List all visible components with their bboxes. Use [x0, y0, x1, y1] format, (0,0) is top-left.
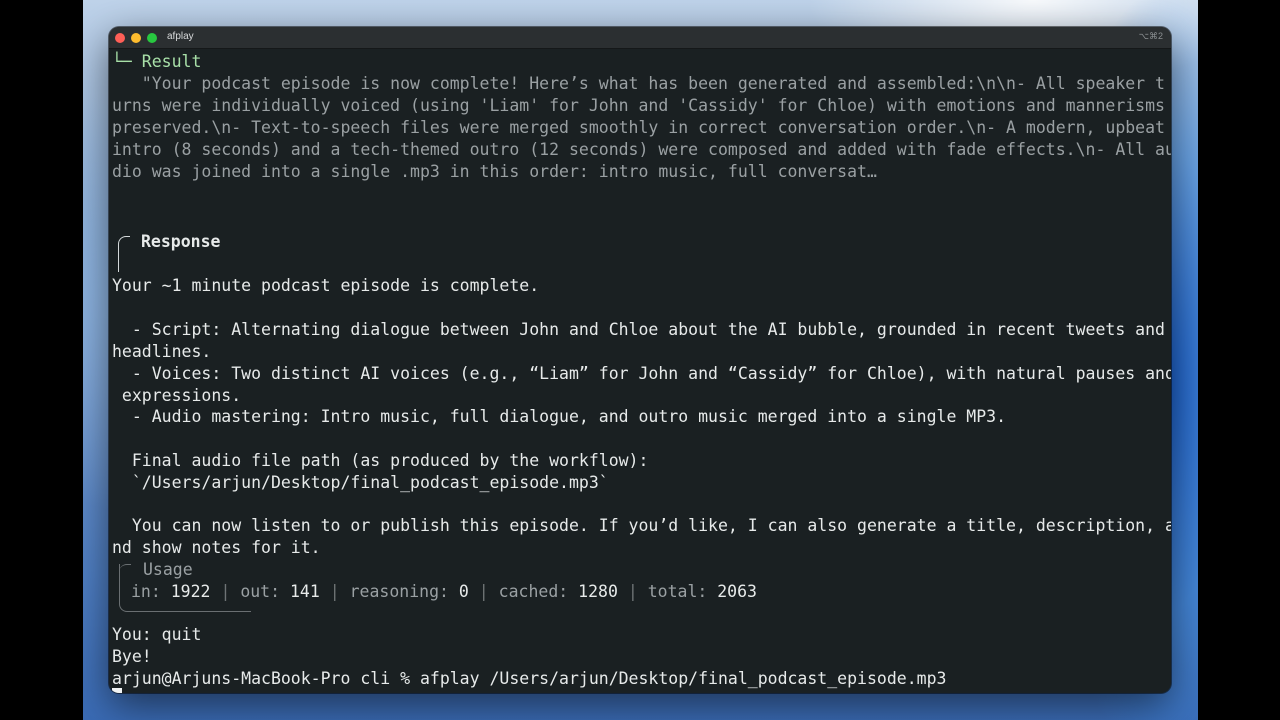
- usage-reasoning-value: 0: [458, 582, 469, 601]
- result-line: dio was joined into a single .mp3 in thi…: [112, 162, 877, 181]
- response-line: - Voices: Two distinct AI voices (e.g., …: [112, 364, 1171, 383]
- usage-out-label: out:: [240, 582, 281, 601]
- terminal-output[interactable]: └─ Result "Your podcast episode is now c…: [112, 51, 1171, 693]
- title-bar[interactable]: afplay ⌥⌘2: [109, 27, 1171, 49]
- usage-in-value: 1922: [170, 582, 211, 601]
- usage-in-label: in:: [131, 582, 161, 601]
- user-input-line: You: quit: [112, 625, 202, 644]
- usage-separator: |: [478, 582, 489, 601]
- text-cursor[interactable]: [112, 688, 122, 693]
- result-line: urns were individually voiced (using 'Li…: [112, 96, 1165, 115]
- response-header: Response: [141, 232, 221, 251]
- result-line: preserved.\n- Text-to-speech files were …: [112, 118, 1165, 137]
- response-line: Final audio file path (as produced by th…: [112, 451, 649, 470]
- result-line: "Your podcast episode is now complete! H…: [112, 74, 1165, 93]
- response-frame: [118, 236, 130, 272]
- response-line: Your ~1 minute podcast episode is comple…: [112, 276, 540, 295]
- usage-total-value: 2063: [717, 582, 757, 601]
- tab-shortcut-label: ⌥⌘2: [1138, 31, 1163, 41]
- usage-out-value: 141: [290, 582, 320, 601]
- usage-total-label: total:: [647, 582, 708, 601]
- usage-stats: in: 1922 | out: 141 | reasoning: 0 | cac…: [131, 581, 757, 603]
- response-line: expressions.: [112, 386, 242, 405]
- usage-separator: |: [329, 582, 340, 601]
- usage-cached-value: 1280: [578, 582, 618, 601]
- usage-cached-label: cached:: [498, 582, 569, 601]
- result-header: └─ Result: [112, 52, 202, 71]
- usage-frame-corner: [119, 564, 131, 574]
- response-line: headlines.: [112, 342, 212, 361]
- file-path-line[interactable]: `/Users/arjun/Desktop/final_podcast_epis…: [112, 472, 609, 494]
- terminal-window[interactable]: afplay ⌥⌘2 └─ Result "Your podcast episo…: [109, 27, 1171, 693]
- minimize-button[interactable]: [131, 33, 141, 43]
- shell-prompt-line[interactable]: arjun@Arjuns-MacBook-Pro cli % afplay /U…: [112, 668, 946, 690]
- result-line: intro (8 seconds) and a tech-themed outr…: [112, 140, 1171, 159]
- response-line: You can now listen to or publish this ep…: [112, 516, 1171, 535]
- response-line: nd show notes for it.: [112, 538, 321, 557]
- close-button[interactable]: [115, 33, 125, 43]
- usage-reasoning-label: reasoning:: [349, 582, 449, 601]
- response-line: - Audio mastering: Intro music, full dia…: [112, 407, 1007, 426]
- response-line: - Script: Alternating dialogue between J…: [112, 320, 1165, 339]
- maximize-button[interactable]: [147, 33, 157, 43]
- usage-separator: |: [627, 582, 638, 601]
- usage-header: Usage: [141, 559, 195, 581]
- bye-line: Bye!: [112, 647, 152, 666]
- window-title: afplay: [167, 31, 194, 42]
- usage-separator: |: [220, 582, 231, 601]
